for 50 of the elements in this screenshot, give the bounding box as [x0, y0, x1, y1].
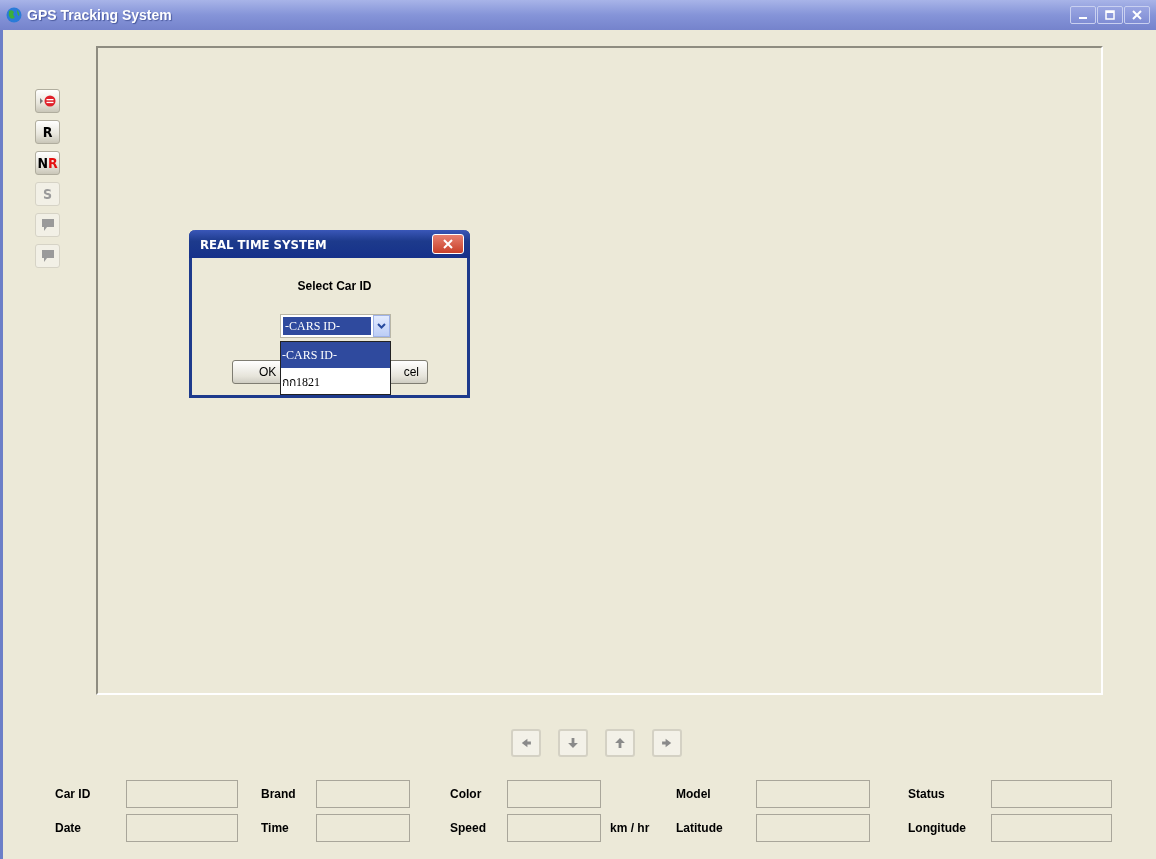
maximize-icon: [1105, 10, 1115, 20]
text-field[interactable]: [507, 780, 601, 808]
text-field[interactable]: [126, 814, 238, 842]
close-icon: [1132, 10, 1142, 20]
text-field[interactable]: [316, 780, 410, 808]
text-field[interactable]: [126, 780, 238, 808]
arrow-icon: [519, 736, 533, 750]
text-field[interactable]: [316, 814, 410, 842]
arrow-icon: [660, 736, 674, 750]
speech-bubble-icon: [40, 218, 55, 232]
maximize-button[interactable]: [1097, 6, 1123, 24]
text-field[interactable]: [991, 814, 1112, 842]
field-label: Model: [675, 787, 712, 801]
arrow-icon: [566, 736, 580, 750]
field-label: Time: [260, 821, 290, 835]
field-label: Latitude: [675, 821, 724, 835]
arrow-icon: [613, 736, 627, 750]
minimize-button[interactable]: [1070, 6, 1096, 24]
field-label: Color: [449, 787, 483, 801]
pan-button[interactable]: [558, 729, 588, 757]
toolbar-button[interactable]: NR: [35, 151, 60, 175]
field-label: Brand: [260, 787, 297, 801]
globe-icon: [6, 7, 22, 23]
text-field[interactable]: [756, 814, 870, 842]
field-label: Date: [54, 821, 82, 835]
window-title: GPS Tracking System: [27, 7, 172, 23]
pan-button[interactable]: [605, 729, 635, 757]
text-field[interactable]: [507, 814, 601, 842]
field-label: Status: [907, 787, 946, 801]
text-field[interactable]: [991, 780, 1112, 808]
chevron-down-icon: [377, 323, 386, 329]
pan-button[interactable]: [652, 729, 682, 757]
car-id-select[interactable]: -CARS ID-: [280, 314, 391, 338]
field-label: Longitude: [907, 821, 967, 835]
minimize-icon: [1079, 17, 1087, 19]
dropdown-button[interactable]: [373, 315, 390, 337]
pan-button[interactable]: [511, 729, 541, 757]
close-icon: [443, 239, 453, 249]
speech-bubble-icon: [40, 249, 55, 263]
stop-button[interactable]: [35, 89, 60, 113]
toolbar-button[interactable]: R: [35, 120, 60, 144]
unit-label: km / hr: [609, 821, 651, 835]
stop-icon: [38, 95, 57, 107]
field-label: Speed: [449, 821, 487, 835]
close-button[interactable]: [1124, 6, 1150, 24]
dialog-prompt: Select Car ID: [297, 279, 372, 293]
text-field[interactable]: [756, 780, 870, 808]
dropdown-option[interactable]: -CARS ID-: [281, 342, 390, 368]
dialog-title: REAL TIME SYSTEM: [200, 236, 327, 252]
field-label: Car ID: [54, 787, 92, 801]
